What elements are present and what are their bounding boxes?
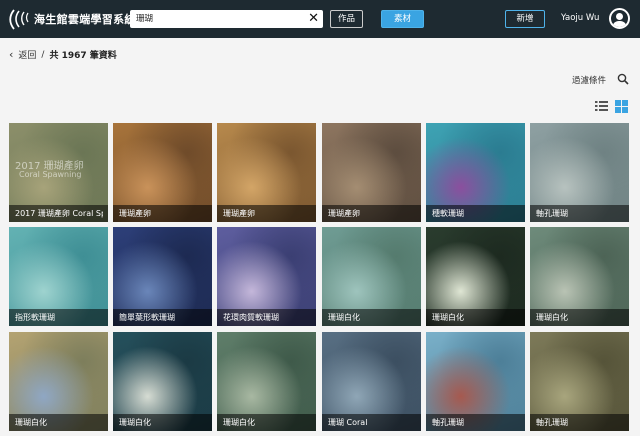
user-name[interactable]: Yaoju Wu	[561, 13, 599, 23]
media-tile[interactable]: 珊瑚產卵	[113, 123, 212, 222]
tile-caption: 珊瑚產卵	[328, 209, 360, 218]
media-tile[interactable]: 珊瑚產卵	[322, 123, 421, 222]
tile-caption-bar: 珊瑚產卵	[113, 205, 212, 222]
media-tile[interactable]: 簡單葉形軟珊瑚	[113, 227, 212, 326]
media-tile[interactable]: 指形軟珊瑚	[9, 227, 108, 326]
media-tile[interactable]: 珊瑚產卵	[217, 123, 316, 222]
tile-caption-bar: 珊瑚白化	[426, 309, 525, 326]
clear-search-icon[interactable]: ✕	[308, 11, 319, 26]
media-tile[interactable]: 珊瑚 Coral	[322, 332, 421, 431]
media-tile[interactable]: 珊瑚白化	[113, 332, 212, 431]
logo-icon[interactable]	[8, 7, 32, 31]
search-icon[interactable]	[617, 73, 629, 85]
tile-caption-bar: 珊瑚白化	[217, 414, 316, 431]
tile-caption-bar: 珊瑚白化	[322, 309, 421, 326]
media-tile[interactable]: 珊瑚白化	[9, 332, 108, 431]
media-tile[interactable]: 軸孔珊瑚	[530, 123, 629, 222]
media-tile[interactable]: 花環肉質軟珊瑚	[217, 227, 316, 326]
tile-caption-bar: 珊瑚 Coral	[322, 414, 421, 431]
tile-caption-bar: 軸孔珊瑚	[530, 205, 629, 222]
tab-works[interactable]: 作品	[330, 10, 363, 28]
result-count: 共 1967 筆資料	[49, 51, 117, 61]
grid-view-icon[interactable]	[615, 100, 628, 113]
thumbnail-watermark: Coral Spawning	[19, 170, 82, 179]
tile-caption: 珊瑚白化	[15, 418, 47, 427]
tile-caption-bar: 珊瑚白化	[113, 414, 212, 431]
breadcrumb: ‹ 返回 / 共 1967 筆資料	[9, 48, 117, 61]
chevron-left-icon[interactable]: ‹	[9, 48, 13, 61]
media-tile[interactable]: 軸孔珊瑚	[426, 332, 525, 431]
tile-caption-bar: 花環肉質軟珊瑚	[217, 309, 316, 326]
tile-caption-bar: 簡單葉形軟珊瑚	[113, 309, 212, 326]
tile-caption: 珊瑚產卵	[119, 209, 151, 218]
tile-caption: 2017 珊瑚產卵 Coral Spawning	[15, 209, 103, 218]
tile-caption-bar: 穗軟珊瑚	[426, 205, 525, 222]
media-tile[interactable]: 珊瑚白化	[217, 332, 316, 431]
tile-caption: 花環肉質軟珊瑚	[223, 313, 279, 322]
media-tile[interactable]: 珊瑚白化	[426, 227, 525, 326]
tile-caption: 珊瑚白化	[223, 418, 255, 427]
tile-caption: 軸孔珊瑚	[536, 209, 568, 218]
filter-button[interactable]: 過濾條件	[572, 74, 606, 86]
tile-caption: 珊瑚產卵	[223, 209, 255, 218]
tile-caption: 簡單葉形軟珊瑚	[119, 313, 175, 322]
breadcrumb-separator: /	[41, 49, 45, 60]
media-tile[interactable]: 軸孔珊瑚	[530, 332, 629, 431]
tile-caption: 軸孔珊瑚	[536, 418, 568, 427]
tile-caption-bar: 2017 珊瑚產卵 Coral Spawning	[9, 205, 108, 222]
site-title[interactable]: 海生館雲端學習系統	[34, 11, 136, 27]
tile-caption: 珊瑚白化	[536, 313, 568, 322]
tile-caption-bar: 指形軟珊瑚	[9, 309, 108, 326]
tile-caption-bar: 珊瑚白化	[9, 414, 108, 431]
back-link[interactable]: 返回	[18, 48, 36, 61]
avatar-icon[interactable]	[609, 8, 630, 29]
tile-caption: 指形軟珊瑚	[15, 313, 55, 322]
tile-caption-bar: 珊瑚產卵	[217, 205, 316, 222]
media-tile[interactable]: 2017 珊瑚產卵 Coral Spawning 2017 珊瑚產卵 Coral S…	[9, 123, 108, 222]
tile-caption: 穗軟珊瑚	[432, 209, 464, 218]
media-tile[interactable]: 穗軟珊瑚	[426, 123, 525, 222]
tile-caption-bar: 軸孔珊瑚	[426, 414, 525, 431]
tab-materials[interactable]: 素材	[381, 10, 424, 28]
tile-caption-bar: 軸孔珊瑚	[530, 414, 629, 431]
list-view-icon[interactable]	[595, 100, 608, 112]
tile-caption: 珊瑚白化	[328, 313, 360, 322]
tile-caption: 珊瑚白化	[119, 418, 151, 427]
top-bar: 海生館雲端學習系統 珊瑚 ✕ 作品 素材 新增 Yaoju Wu	[0, 0, 640, 38]
tile-caption-bar: 珊瑚白化	[530, 309, 629, 326]
search-box[interactable]: 珊瑚 ✕	[130, 10, 323, 28]
tile-caption: 軸孔珊瑚	[432, 418, 464, 427]
media-tile[interactable]: 珊瑚白化	[322, 227, 421, 326]
tile-caption-bar: 珊瑚產卵	[322, 205, 421, 222]
media-tile[interactable]: 珊瑚白化	[530, 227, 629, 326]
tile-caption: 珊瑚白化	[432, 313, 464, 322]
tile-caption: 珊瑚 Coral	[328, 418, 368, 427]
search-input[interactable]: 珊瑚	[136, 12, 153, 24]
new-button[interactable]: 新增	[505, 10, 545, 28]
